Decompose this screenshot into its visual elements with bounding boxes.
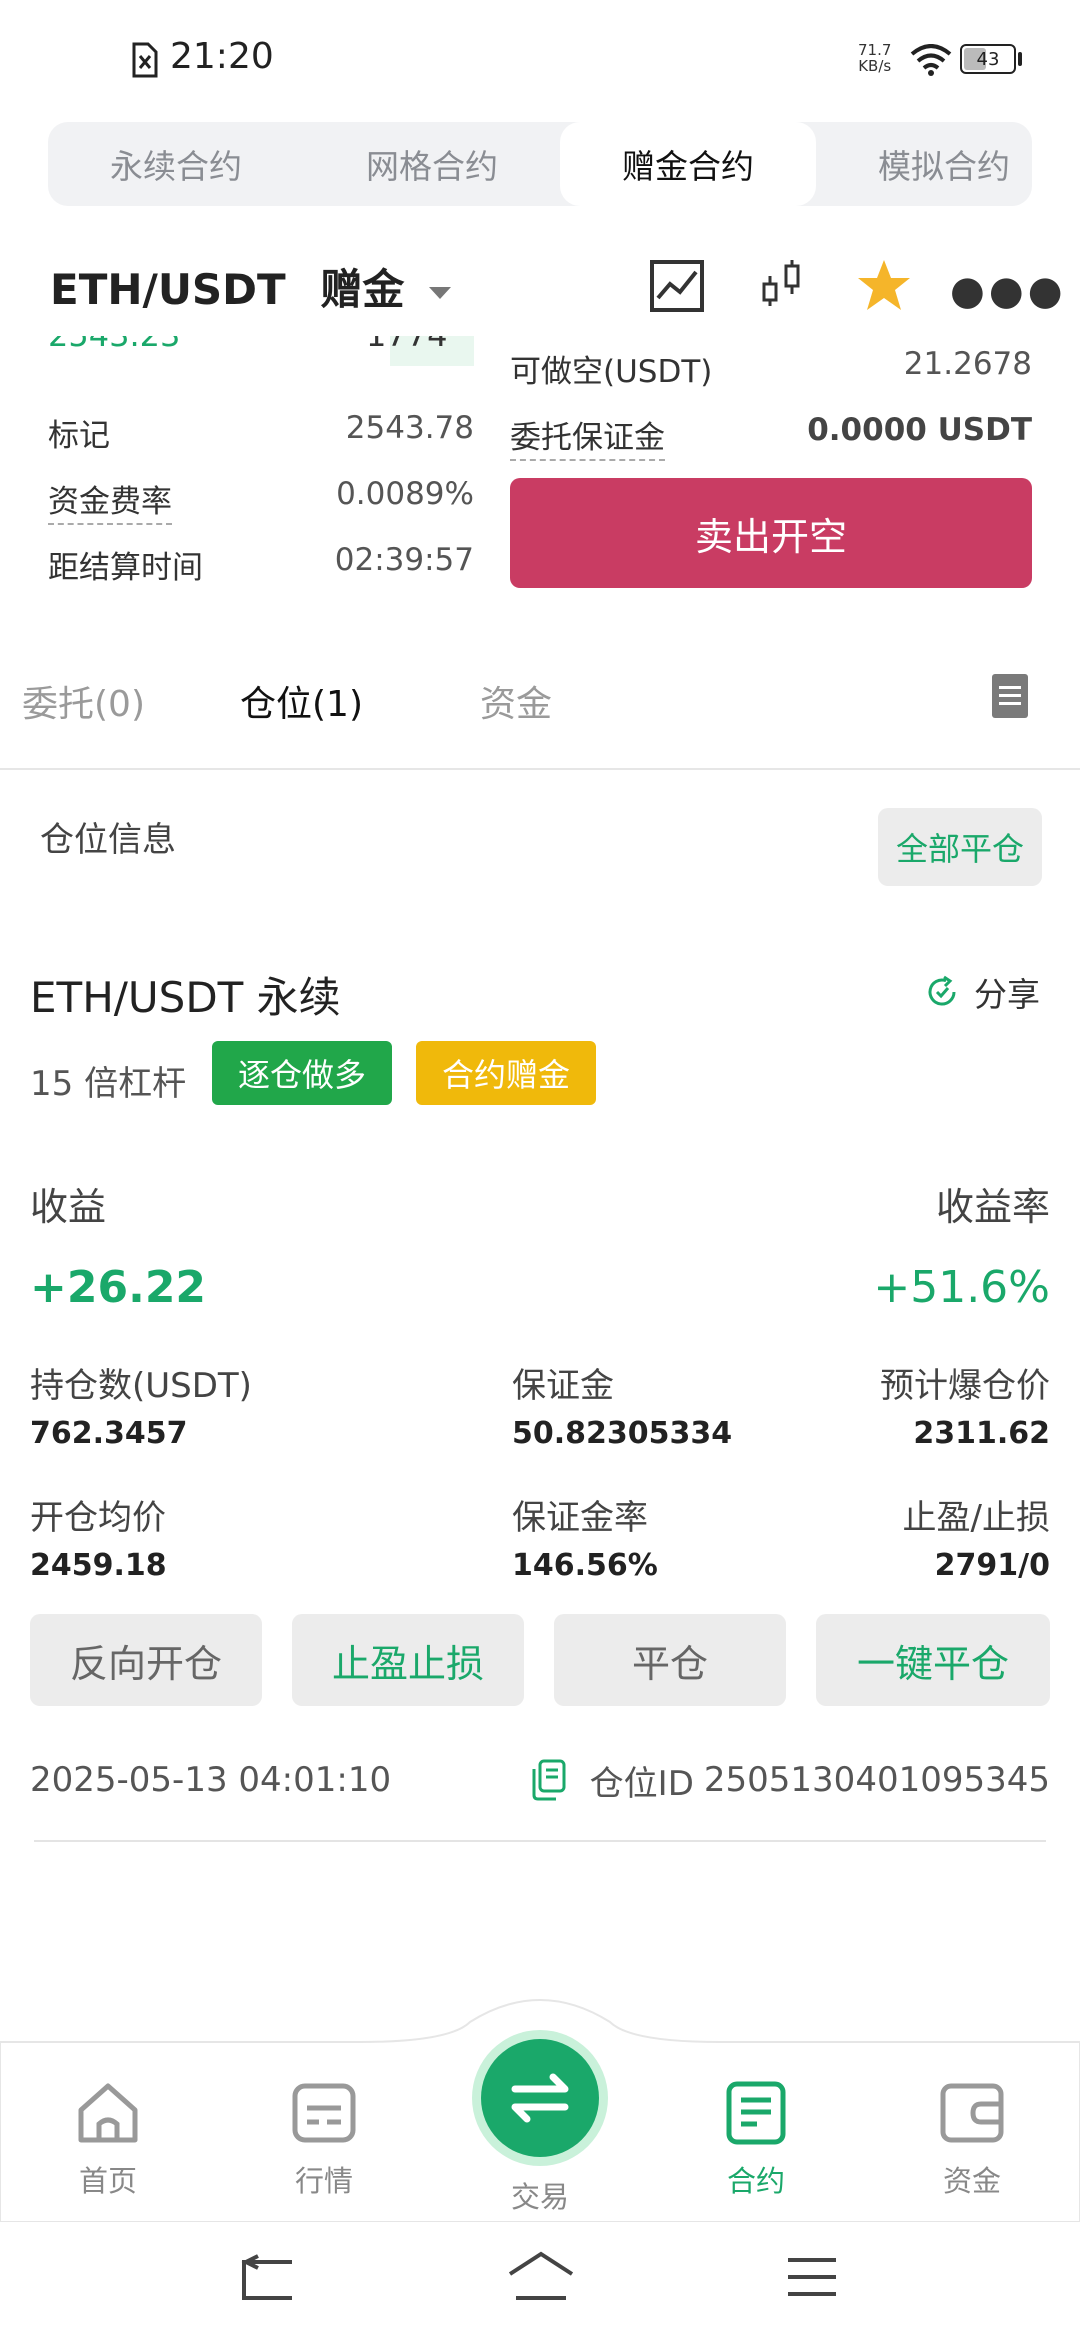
reverse-open-button[interactable]: 反向开仓 [30,1614,262,1706]
nav-wallet-label: 资金 [942,2164,1001,2198]
quick-close-button[interactable]: 一键平仓 [816,1614,1050,1706]
pair-badge: 赠金 [320,265,405,314]
nav-market-label: 行情 [294,2164,353,2198]
battery-level: 43 [976,48,1000,70]
clock: 21:20 [170,36,274,77]
entry-price-value: 2459.18 [30,1548,167,1583]
position-timestamp: 2025-05-13 04:01:10 [30,1760,392,1800]
mark-value: 2543.78 [345,410,474,446]
bid-price: 2543.23 [48,336,180,354]
chart-line-icon[interactable] [646,254,710,318]
wallet-icon [940,2083,1004,2143]
pnl-value: +26.22 [30,1262,207,1313]
tpsl-value: 2791/0 [934,1548,1050,1583]
wifi-icon [910,44,952,76]
market-icon [292,2083,356,2143]
funding-rate-value: 0.0089% [336,476,474,512]
nav-market[interactable]: 行情 [264,2080,384,2200]
position-symbol: ETH/USDT 永续 [30,973,341,1022]
star-icon[interactable] [852,254,916,318]
roi-value: +51.6% [873,1262,1050,1313]
tab-demo[interactable]: 模拟合约 [816,122,1032,206]
status-bar: 21:20 71.7 KB/s 43 [0,0,1080,120]
pnl-label: 收益 [30,1185,107,1229]
margin-ratio-label: 保证金率 [512,1498,648,1538]
net-speed: 71.7 KB/s [858,42,891,74]
position-tabs: 委托(0) 仓位(1) 资金 [0,660,1080,770]
tab-orders[interactable]: 委托(0) [22,675,145,727]
bottom-nav: 首页 行情 交易 合约 资金 [0,1999,1080,2222]
liq-price-label: 预计爆仓价 [880,1366,1050,1406]
share-icon [928,975,956,1006]
margin-ratio-value: 146.56% [512,1548,658,1583]
settlement-countdown: 02:39:57 [334,542,474,578]
margin-label: 保证金 [512,1366,614,1406]
net-speed-unit: KB/s [858,57,892,75]
close-position-button[interactable]: 平仓 [554,1614,786,1706]
liq-price-value: 2311.62 [913,1416,1050,1451]
home-nav-icon[interactable] [506,2250,576,2304]
contract-type-tabs: 永续合约 网格合约 赠金合约 模拟合约 [48,122,1032,206]
sim-icon [132,42,158,78]
nav-wallet[interactable]: 资金 [912,2080,1032,2200]
nav-trade-label: 交易 [510,2180,569,2214]
menu-icon[interactable] [784,2254,840,2300]
nav-home-label: 首页 [78,2164,137,2198]
tab-assets[interactable]: 资金 [480,675,552,727]
home-icon [78,2083,138,2143]
share-button[interactable]: 分享 [924,970,1040,1014]
close-all-button[interactable]: 全部平仓 [878,808,1042,886]
pair-name: ETH/USDT [50,265,286,314]
pair-header: ETH/USDT 赠金 ●●● [0,236,1080,336]
bonus-tag: 合约赠金 [416,1041,596,1105]
pair-selector[interactable]: ETH/USDT 赠金 [50,256,451,317]
tab-bonus[interactable]: 赠金合约 [560,122,816,206]
chevron-down-icon [428,286,451,299]
contract-icon [726,2081,786,2145]
tpsl-label: 止盈/止损 [902,1498,1050,1538]
tab-positions[interactable]: 仓位(1) [240,675,363,727]
candlestick-icon[interactable] [750,254,814,318]
order-book-partial: 2543.23 1774 [0,336,500,380]
tab-perpetual[interactable]: 永续合约 [48,122,304,206]
position-id-value: 2505130401095345 [703,1760,1050,1800]
position-id-label: 仓位ID [589,1763,694,1804]
order-margin-value: 0.0000 USDT [807,412,1032,448]
divider [34,1840,1046,1842]
net-speed-value: 71.7 [858,41,892,59]
size-value: 762.3457 [30,1416,188,1451]
document-icon[interactable] [992,674,1028,718]
size-label: 持仓数(USDT) [30,1366,252,1406]
can-short-value: 21.2678 [903,346,1032,382]
order-margin-label[interactable]: 委托保证金 [510,412,665,461]
nav-trade[interactable]: 交易 [472,2030,608,2216]
back-icon[interactable] [238,2252,298,2304]
nav-home[interactable]: 首页 [48,2080,168,2200]
isolated-long-tag: 逐仓做多 [212,1041,392,1105]
nav-contract[interactable]: 合约 [696,2080,816,2200]
nav-contract-label: 合约 [726,2164,785,2198]
more-icon[interactable]: ●●● [950,268,1067,314]
swap-icon [481,2039,599,2157]
can-short-label: 可做空(USDT) [510,354,713,390]
bid-qty: 1774 [366,336,447,354]
roi-label: 收益率 [935,1185,1050,1229]
tpsl-button[interactable]: 止盈止损 [292,1614,524,1706]
leverage-label: 15 倍杠杆 [30,1064,187,1104]
tab-grid[interactable]: 网格合约 [304,122,560,206]
battery-tip [1018,52,1022,66]
copy-icon [532,1759,566,1801]
entry-price-label: 开仓均价 [30,1498,166,1538]
sell-short-button[interactable]: 卖出开空 [510,478,1032,588]
mark-label: 标记 [48,418,110,454]
position-id[interactable]: 仓位ID 2505130401095345 [530,1756,1050,1804]
margin-value: 50.82305334 [512,1416,733,1451]
system-nav-bar [0,2220,1080,2340]
share-label: 分享 [974,975,1040,1014]
settlement-label: 距结算时间 [48,550,203,586]
funding-rate-label[interactable]: 资金费率 [48,476,172,525]
battery-icon: 43 [960,44,1016,74]
position-section-title: 仓位信息 [40,820,176,860]
